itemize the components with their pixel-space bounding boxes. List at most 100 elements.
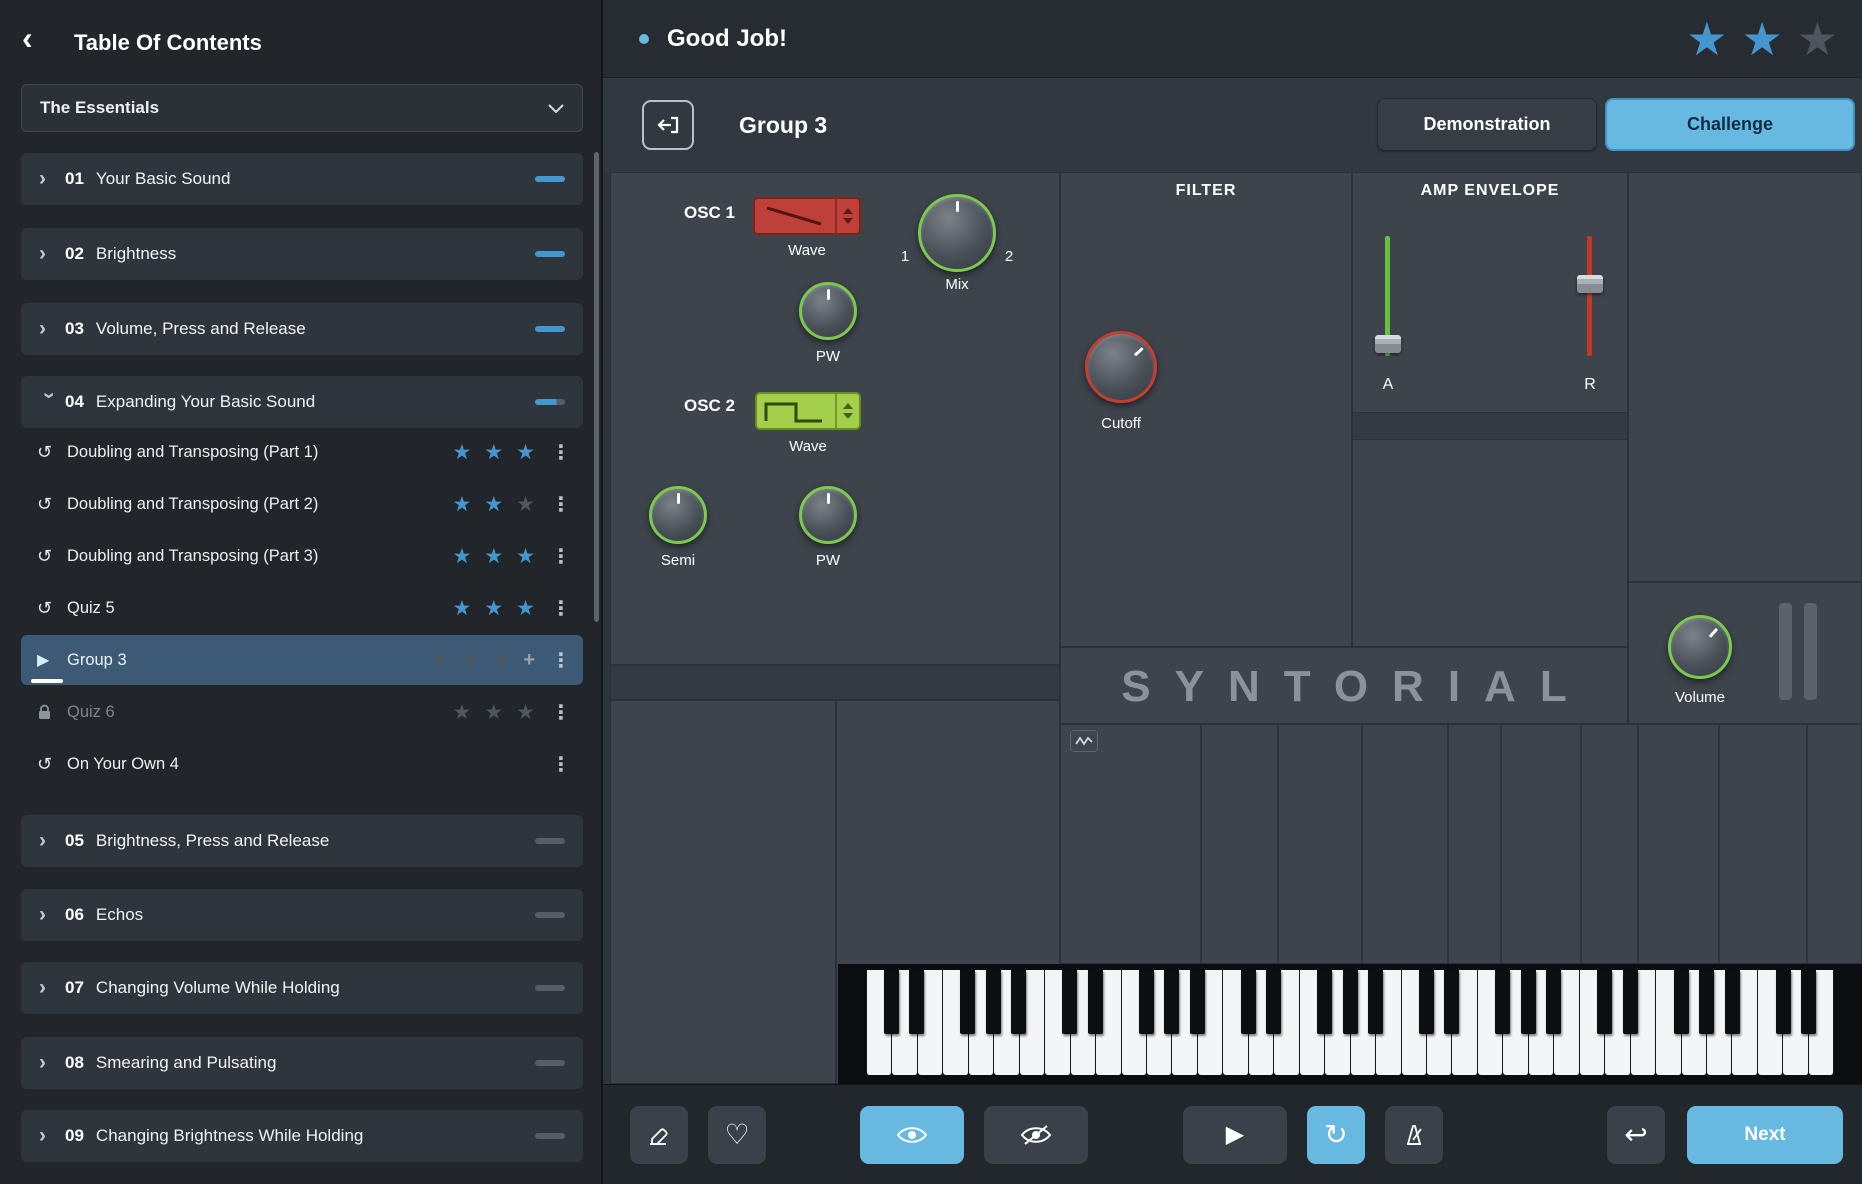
sidebar-section-07[interactable]: › 07 Changing Volume While Holding (21, 962, 583, 1014)
kebab-menu-icon[interactable]: ⋮ (551, 492, 567, 517)
hide-button[interactable] (984, 1106, 1088, 1164)
attack-slider[interactable] (1385, 236, 1390, 356)
lesson-label: Quiz 5 (67, 599, 115, 618)
pulse-wave-icon (757, 394, 835, 428)
filter-panel (1060, 172, 1352, 647)
star-icon: ★ (1686, 12, 1727, 66)
black-key[interactable] (1164, 970, 1179, 1034)
back-to-toc-button[interactable] (642, 100, 694, 150)
mix-knob[interactable] (918, 194, 996, 272)
semi-knob[interactable] (649, 486, 707, 544)
black-key[interactable] (1623, 970, 1638, 1034)
panel-divider (1718, 725, 1720, 963)
waveform-view-toggle[interactable] (1070, 730, 1098, 752)
sidebar-section-03[interactable]: › 03 Volume, Press and Release (21, 303, 583, 355)
kebab-menu-icon[interactable]: ⋮ (551, 752, 567, 777)
sidebar-scrollbar[interactable] (594, 152, 599, 622)
black-key[interactable] (1725, 970, 1740, 1034)
black-key[interactable] (1546, 970, 1561, 1034)
black-key[interactable] (1368, 970, 1383, 1034)
star-icon: ★ (429, 648, 448, 673)
kebab-menu-icon[interactable]: ⋮ (551, 596, 567, 621)
black-key[interactable] (909, 970, 924, 1034)
mix-min-label: 1 (895, 248, 915, 265)
sidebar-section-09[interactable]: › 09 Changing Brightness While Holding (21, 1110, 583, 1162)
favorite-button[interactable]: ♡ (708, 1106, 766, 1164)
saw-wave-icon (755, 199, 835, 233)
back-chevron-icon[interactable]: ‹ (22, 20, 33, 56)
star-icon: ★ (484, 440, 503, 465)
bottom-toolbar: ♡ ▶ ↻ ↩ (603, 1084, 1862, 1184)
black-key[interactable] (884, 970, 899, 1034)
sidebar-section-02[interactable]: › 02 Brightness (21, 228, 583, 280)
metronome-icon (1401, 1122, 1427, 1148)
knob-indicator (802, 285, 854, 337)
black-key[interactable] (1699, 970, 1714, 1034)
loop-button[interactable]: ↻ (1307, 1106, 1365, 1164)
black-key[interactable] (1444, 970, 1459, 1034)
challenge-button[interactable]: Challenge (1605, 98, 1855, 151)
osc1-wave-selector[interactable] (753, 197, 861, 235)
kebab-menu-icon[interactable]: ⋮ (551, 440, 567, 465)
lesson-row-on-your-own-4[interactable]: ↺ On Your Own 4 ⋮ (21, 739, 583, 789)
black-key[interactable] (1495, 970, 1510, 1034)
osc2-wave-selector[interactable] (755, 392, 861, 430)
play-button[interactable]: ▶ (1183, 1106, 1287, 1164)
sidebar-section-01[interactable]: › 01 Your Basic Sound (21, 153, 583, 205)
lesson-row-group-3[interactable]: ▶ Group 3 ★★★ + ⋮ (21, 635, 583, 685)
kebab-menu-icon[interactable]: ⋮ (551, 544, 567, 569)
black-key[interactable] (1597, 970, 1612, 1034)
star-icon: ★ (516, 544, 535, 569)
lesson-row-doubling-part2[interactable]: ↺ Doubling and Transposing (Part 2) ★★★ … (21, 479, 583, 529)
black-key[interactable] (1011, 970, 1026, 1034)
section-label: Expanding Your Basic Sound (96, 392, 315, 412)
black-key[interactable] (986, 970, 1001, 1034)
wave-spinner[interactable] (835, 199, 859, 233)
black-key[interactable] (1139, 970, 1154, 1034)
knob-indicator (921, 197, 993, 269)
cutoff-knob[interactable] (1085, 331, 1157, 403)
black-key[interactable] (1266, 970, 1281, 1034)
black-key[interactable] (960, 970, 975, 1034)
sidebar-section-05[interactable]: › 05 Brightness, Press and Release (21, 815, 583, 867)
release-slider-handle[interactable] (1577, 275, 1603, 293)
chevron-right-icon: › (39, 167, 65, 191)
kebab-menu-icon[interactable]: ⋮ (551, 700, 567, 725)
demonstration-button[interactable]: Demonstration (1377, 98, 1597, 151)
group-title: Group 3 (739, 78, 827, 172)
volume-knob[interactable] (1668, 615, 1732, 679)
panel-divider (1806, 725, 1808, 963)
black-key[interactable] (1190, 970, 1205, 1034)
black-key[interactable] (1674, 970, 1689, 1034)
black-key[interactable] (1317, 970, 1332, 1034)
osc1-pw-knob[interactable] (799, 282, 857, 340)
lesson-row-doubling-part3[interactable]: ↺ Doubling and Transposing (Part 3) ★★★ … (21, 531, 583, 581)
black-key[interactable] (1521, 970, 1536, 1034)
black-key[interactable] (1343, 970, 1358, 1034)
black-key[interactable] (1776, 970, 1791, 1034)
course-select-dropdown[interactable]: The Essentials (21, 84, 583, 132)
lesson-row-quiz-5[interactable]: ↺ Quiz 5 ★★★ ⋮ (21, 583, 583, 633)
black-key[interactable] (1241, 970, 1256, 1034)
star-rating: ★★★ (440, 544, 535, 569)
eraser-button[interactable] (630, 1106, 688, 1164)
next-button[interactable]: Next (1687, 1106, 1843, 1164)
sidebar-section-06[interactable]: › 06 Echos (21, 889, 583, 941)
black-key[interactable] (1801, 970, 1816, 1034)
sidebar-section-08[interactable]: › 08 Smearing and Pulsating (21, 1037, 583, 1089)
lesson-row-doubling-part1[interactable]: ↺ Doubling and Transposing (Part 1) ★★★ … (21, 427, 583, 477)
metronome-button[interactable] (1385, 1106, 1443, 1164)
sidebar-section-04[interactable]: › 04 Expanding Your Basic Sound (21, 376, 583, 428)
black-key[interactable] (1088, 970, 1103, 1034)
attack-slider-handle[interactable] (1375, 335, 1401, 353)
black-key[interactable] (1419, 970, 1434, 1034)
release-slider[interactable] (1587, 236, 1592, 356)
black-key[interactable] (1062, 970, 1077, 1034)
volume-label: Volume (1668, 689, 1732, 706)
osc2-pw-knob[interactable] (799, 486, 857, 544)
show-button[interactable] (860, 1106, 964, 1164)
kebab-menu-icon[interactable]: ⋮ (551, 648, 567, 673)
lesson-row-quiz-6[interactable]: Quiz 6 ★★★ ⋮ (21, 687, 583, 737)
wave-spinner[interactable] (835, 394, 859, 428)
undo-button[interactable]: ↩ (1607, 1106, 1665, 1164)
